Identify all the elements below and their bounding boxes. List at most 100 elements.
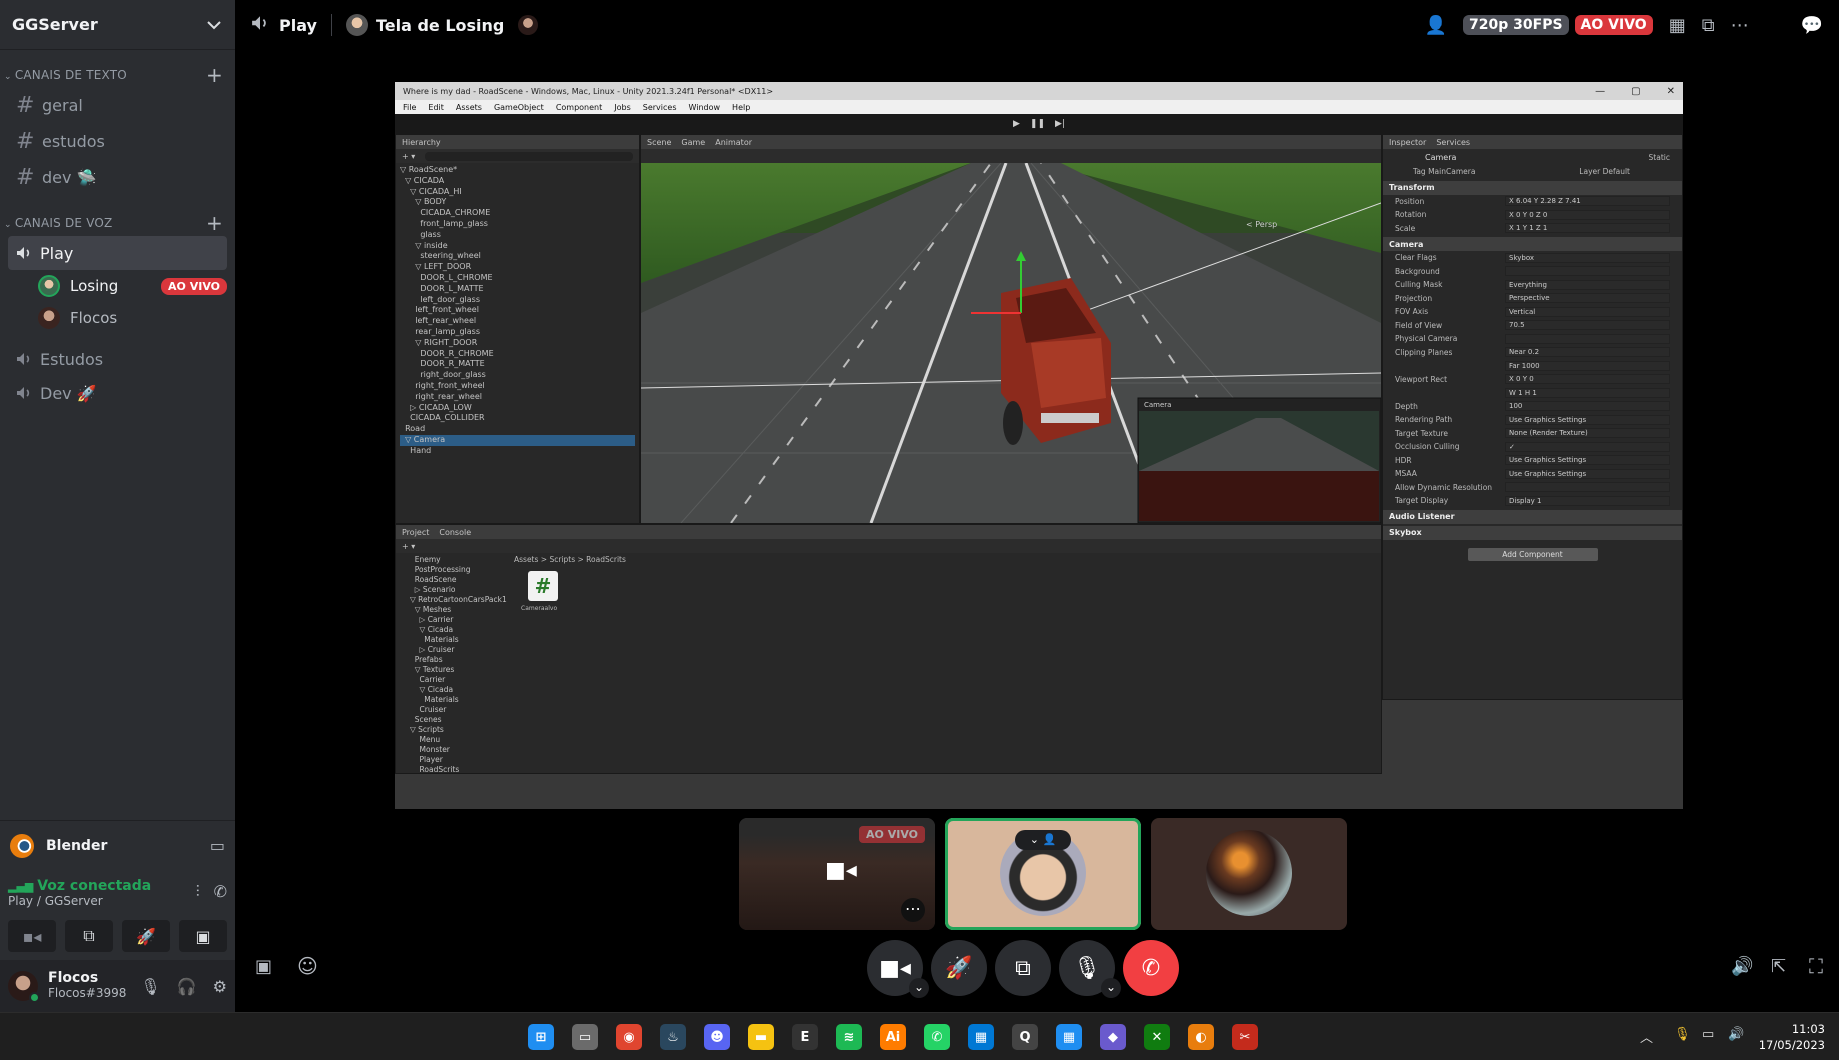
hierarchy-item[interactable]: left_front_wheel [400,305,635,316]
hierarchy-item[interactable]: ▽ inside [400,241,635,252]
q-icon[interactable]: Q [1012,1024,1038,1050]
project-folder[interactable]: Cruiser [410,705,507,715]
hierarchy-item[interactable]: CICADA_CHROME [400,208,635,219]
chevron-down-icon[interactable]: ⌄ [1101,978,1121,998]
hierarchy-item[interactable]: rear_lamp_glass [400,327,635,338]
add-channel-icon[interactable]: + [206,211,223,235]
settings-gear-icon[interactable]: ⚙ [213,977,227,996]
whatsapp-icon[interactable]: ✆ [924,1024,950,1050]
volume-icon[interactable]: 🔊 [1731,956,1753,977]
voice-channels-category[interactable]: ⌄ CANAIS DE VOZ + [0,211,235,235]
project-folder[interactable]: RoadScrits [410,765,507,775]
project-folder[interactable]: Enemy [410,555,507,565]
field-value[interactable] [1505,482,1670,493]
add-component-button[interactable]: Add Component [1467,547,1598,561]
camera-toggle-button[interactable]: ■◂ ⌄ [867,940,929,998]
project-folder[interactable]: ▽ Cicada [410,685,507,695]
tray-chevron-icon[interactable]: ︿ [1640,1027,1653,1046]
project-folder[interactable]: ▷ Cruiser [410,645,507,655]
field-value[interactable]: Near 0.2 [1505,347,1670,358]
hierarchy-item[interactable]: right_front_wheel [400,381,635,392]
project-folder[interactable]: Monster [410,745,507,755]
field-value[interactable]: Vertical [1505,306,1670,317]
project-folder[interactable]: ▽ Textures [410,665,507,675]
spotify-icon[interactable]: ≋ [836,1024,862,1050]
field-value[interactable]: X 0 Y 0 Z 0 [1505,209,1670,220]
project-folder[interactable]: Scenes [410,715,507,725]
chrome-icon[interactable]: ◉ [616,1024,642,1050]
hierarchy-item[interactable]: ▽ RIGHT_DOOR [400,338,635,349]
hierarchy-item[interactable]: ▷ CICADA_LOW [400,403,635,414]
field-value[interactable] [1505,333,1670,344]
taskview-icon[interactable]: ▭ [572,1024,598,1050]
share-screen-button[interactable]: ⧉ [995,940,1051,996]
channel-geral[interactable]: # geral [8,88,227,122]
chevron-down-icon[interactable]: ⌄ [909,978,929,998]
illustrator-icon[interactable]: Ai [880,1024,906,1050]
system-clock[interactable]: 11:03 17/05/2023 [1759,1021,1825,1053]
noise-suppression-icon[interactable]: ⫶ [196,882,200,902]
screen-icon[interactable]: ▭ [210,836,225,855]
field-value[interactable]: ✓ [1505,441,1670,452]
fullscreen-icon[interactable]: ⛶ [1809,954,1823,978]
hierarchy-item[interactable]: ▽ BODY [400,197,635,208]
start-icon[interactable]: ⊞ [528,1024,554,1050]
project-folder[interactable]: Menu [410,735,507,745]
hierarchy-item[interactable]: left_rear_wheel [400,316,635,327]
voice-status[interactable]: ▂▄▆ Voz conectada [8,878,151,894]
text-channels-category[interactable]: ⌄ CANAIS DE TEXTO + [0,63,235,87]
chat-icon[interactable]: 💬 [1801,15,1823,36]
blender-icon[interactable]: ◐ [1188,1024,1214,1050]
hierarchy-item[interactable]: ▽ LEFT_DOOR [400,262,635,273]
participant-tile-losing[interactable]: ⌄ 👤 [945,818,1141,930]
hierarchy-item[interactable]: CICADA_COLLIDER [400,413,635,424]
hierarchy-item[interactable]: glass [400,230,635,241]
field-value[interactable]: Far 1000 [1505,360,1670,371]
app-icon[interactable]: ◆ [1100,1024,1126,1050]
xbox-icon[interactable]: ✕ [1144,1024,1170,1050]
soundboard-icon[interactable]: ▣ [255,956,272,977]
calendar-icon[interactable]: ▦ [1056,1024,1082,1050]
voice-user-losing[interactable]: Losing AO VIVO [38,270,227,302]
hierarchy-item[interactable]: right_rear_wheel [400,392,635,403]
field-value[interactable]: None (Render Texture) [1505,428,1670,439]
hierarchy-item[interactable]: DOOR_L_MATTE [400,284,635,295]
network-icon[interactable]: ▭ [1702,1027,1714,1042]
field-value[interactable]: Everything [1505,279,1670,290]
participant-tile-flocos[interactable] [1151,818,1347,930]
channel-dev[interactable]: # dev 🛸 [8,160,227,194]
tray-microphone-icon[interactable]: 🎙 [1674,1027,1691,1042]
discord-icon[interactable]: ☻ [704,1024,730,1050]
field-value[interactable]: Use Graphics Settings [1505,414,1670,425]
hierarchy-item[interactable]: ▽ CICADA_HI [400,187,635,198]
field-value[interactable]: W 1 H 1 [1505,387,1670,398]
field-value[interactable]: X 0 Y 0 [1505,374,1670,385]
field-value[interactable]: X 1 Y 1 Z 1 [1505,223,1670,234]
field-value[interactable]: Skybox [1505,252,1670,263]
field-value[interactable]: 100 [1505,401,1670,412]
stream-tile[interactable]: AO VIVO ■◂ ⋯ [739,818,935,930]
screen-share-stream[interactable]: Where is my dad - RoadScene - Windows, M… [395,82,1683,809]
field-value[interactable]: Use Graphics Settings [1505,468,1670,479]
field-value[interactable]: Use Graphics Settings [1505,455,1670,466]
participant-menu-icon[interactable]: ⌄ 👤 [1015,830,1071,850]
server-header[interactable]: GGServer [0,0,235,50]
store-icon[interactable]: ▦ [968,1024,994,1050]
snip-icon[interactable]: ✂ [1232,1024,1258,1050]
activity-button[interactable]: 🚀 [931,940,987,996]
headphones-icon[interactable]: 🎧 [177,977,197,996]
activity-status[interactable]: Blender ▭ [0,820,235,870]
hierarchy-item[interactable]: right_door_glass [400,370,635,381]
hierarchy-item[interactable]: ▽ RoadScene* [400,165,635,176]
project-folder[interactable]: ▽ Meshes [410,605,507,615]
hierarchy-item[interactable]: ▽ CICADA [400,176,635,187]
project-folder[interactable]: RoadScene [410,575,507,585]
more-options-icon[interactable]: ⋯ [1731,15,1749,36]
voice-user-flocos[interactable]: Flocos [38,302,227,334]
more-options-icon[interactable]: ⋯ [901,898,925,922]
voice-channel-estudos[interactable]: Estudos [8,342,227,376]
hierarchy-item[interactable]: DOOR_L_CHROME [400,273,635,284]
volume-icon[interactable]: 🔊 [1728,1027,1744,1042]
field-value[interactable] [1505,266,1670,277]
explorer-icon[interactable]: ▬ [748,1024,774,1050]
